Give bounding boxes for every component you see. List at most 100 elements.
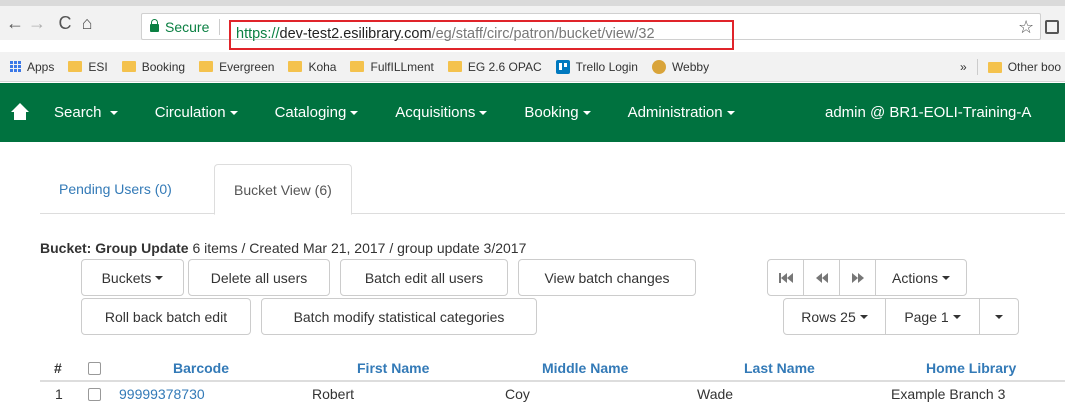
grid-options-button[interactable] [979, 298, 1019, 335]
home-browser-icon[interactable]: ⌂ [76, 13, 98, 33]
webby-icon [651, 59, 666, 74]
header-middle-name[interactable]: Middle Name [542, 360, 628, 376]
bookmarks-bar: Apps ESI Booking Evergreen Koha FulfILLm… [0, 52, 1065, 82]
nav-label: Search [54, 104, 102, 121]
bookmark-label: Webby [671, 59, 710, 74]
nav-label: Cataloging [274, 104, 347, 121]
folder-icon [447, 61, 462, 72]
folder-icon [68, 61, 83, 72]
caret-down-icon [582, 111, 591, 116]
bookmark-koha[interactable]: Koha [288, 60, 336, 74]
bookmark-label: Apps [27, 59, 55, 74]
page-select-button[interactable]: Page 1 [885, 298, 980, 335]
previous-page-button[interactable] [803, 259, 840, 296]
button-label: Actions [892, 269, 938, 286]
rows-per-page-button[interactable]: Rows 25 [783, 298, 886, 335]
extension-icon[interactable] [1045, 20, 1059, 34]
secure-indicator[interactable]: Secure [142, 18, 215, 35]
forward-icon[interactable]: → [26, 13, 48, 33]
app-navbar: Search Circulation Cataloging Acquisitio… [0, 83, 1065, 142]
bookmark-apps[interactable]: Apps [0, 60, 54, 74]
tab-pending-users[interactable]: Pending Users (0) [40, 164, 191, 214]
folder-icon [350, 61, 365, 72]
button-label: Rows 25 [801, 308, 856, 325]
delete-all-users-button[interactable]: Delete all users [188, 259, 330, 296]
nav-cataloging[interactable]: Cataloging [275, 104, 359, 121]
bookmark-label: Evergreen [219, 59, 275, 74]
bookmark-label: ESI [88, 59, 108, 74]
bookmark-label: Koha [308, 59, 337, 74]
secure-label: Secure [165, 18, 210, 35]
button-label: Buckets [101, 269, 152, 286]
bookmark-booking[interactable]: Booking [121, 60, 185, 74]
bookmark-webby[interactable]: Webby [651, 59, 710, 74]
url-highlight-box [229, 20, 734, 50]
bookmark-label: EG 2.6 OPAC [467, 59, 542, 74]
row-last-name: Wade [697, 386, 734, 402]
header-barcode[interactable]: Barcode [173, 360, 229, 376]
next-page-button[interactable] [839, 259, 876, 296]
caret-down-icon [859, 314, 868, 319]
nav-search[interactable]: Search [54, 104, 118, 121]
bucket-tabs: Pending Users (0) Bucket View (6) [40, 164, 1065, 215]
batch-edit-all-users-button[interactable]: Batch edit all users [340, 259, 508, 296]
caret-down-icon [952, 314, 961, 319]
nav-circulation[interactable]: Circulation [155, 104, 238, 121]
back-icon[interactable]: ← [4, 13, 26, 33]
bookmark-eg-opac[interactable]: EG 2.6 OPAC [447, 59, 542, 74]
first-page-button[interactable] [767, 259, 804, 296]
select-all-checkbox[interactable] [88, 362, 101, 375]
nav-label: Acquisitions [395, 104, 476, 121]
nav-label: Booking [524, 104, 579, 121]
caret-down-icon [109, 111, 118, 116]
caret-down-icon [941, 275, 950, 280]
nav-label: Circulation [154, 104, 226, 121]
caret-down-icon [479, 111, 488, 116]
bookmark-trello[interactable]: Trello Login [555, 59, 638, 74]
previous-page-icon [815, 272, 828, 283]
bookmark-label: FulfILLment [370, 59, 434, 74]
reload-icon[interactable]: C [54, 13, 76, 33]
table-header: # Barcode First Name Middle Name Last Na… [40, 356, 1065, 382]
header-first-name[interactable]: First Name [357, 360, 429, 376]
nav-administration[interactable]: Administration [628, 104, 735, 121]
bucket-details: 6 items / Created Mar 21, 2017 / group u… [188, 240, 527, 256]
header-home-library[interactable]: Home Library [926, 360, 1016, 376]
bucket-summary: Bucket: Group Update 6 items / Created M… [40, 240, 526, 256]
bookmarks-divider [976, 59, 978, 75]
roll-back-batch-edit-button[interactable]: Roll back batch edit [81, 298, 251, 335]
caret-down-icon [726, 111, 735, 116]
nav-acquisitions[interactable]: Acquisitions [395, 104, 488, 121]
first-page-icon [778, 272, 793, 283]
table-row[interactable]: 1 99999378730 Robert Coy Wade Example Br… [40, 382, 1065, 402]
nav-booking[interactable]: Booking [524, 104, 591, 121]
caret-down-icon [350, 111, 359, 116]
folder-icon [288, 61, 303, 72]
button-label: Page 1 [904, 308, 949, 325]
nav-label: Administration [627, 104, 723, 121]
row-barcode[interactable]: 99999378730 [119, 386, 205, 402]
actions-button[interactable]: Actions [875, 259, 967, 296]
row-index: 1 [55, 386, 63, 402]
bucket-name: Bucket: Group Update [40, 240, 189, 256]
tab-bucket-view[interactable]: Bucket View (6) [214, 164, 352, 215]
trello-icon [555, 59, 570, 74]
row-checkbox[interactable] [88, 388, 101, 401]
header-index: # [54, 360, 62, 376]
folder-icon [199, 61, 214, 72]
overflow-chevron-icon[interactable]: » [960, 60, 967, 74]
bookmark-evergreen[interactable]: Evergreen [199, 60, 274, 74]
batch-modify-statistical-categories-button[interactable]: Batch modify statistical categories [261, 298, 537, 335]
current-user[interactable]: admin @ BR1-EOLI-Training-A [825, 104, 1031, 121]
other-bookmarks[interactable]: Other boo [1008, 60, 1061, 74]
row-middle-name: Coy [505, 386, 530, 402]
buckets-button[interactable]: Buckets [81, 259, 184, 296]
bookmark-fulfillment[interactable]: FulfILLment [350, 59, 434, 74]
bookmark-esi[interactable]: ESI [68, 59, 108, 74]
bookmark-star-icon[interactable]: ☆ [1018, 17, 1034, 38]
folder-icon [121, 61, 136, 72]
header-last-name[interactable]: Last Name [744, 360, 815, 376]
view-batch-changes-button[interactable]: View batch changes [518, 259, 696, 296]
caret-down-icon [995, 314, 1003, 319]
home-icon[interactable] [10, 102, 30, 123]
